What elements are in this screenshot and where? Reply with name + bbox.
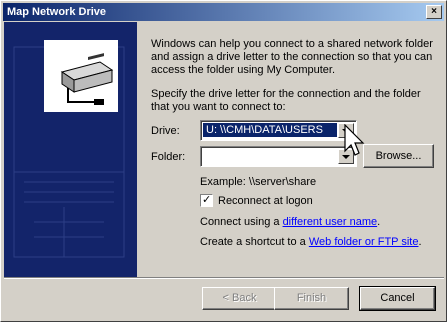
folder-label: Folder: (151, 151, 186, 163)
reconnect-checkbox[interactable]: ✓ (200, 194, 213, 207)
intro-line-1: Windows can help you connect to a shared… (151, 38, 433, 50)
web-folder-link[interactable]: Web folder or FTP site (309, 236, 419, 248)
shortcut-line: Create a shortcut to a Web folder or FTP… (200, 236, 422, 248)
wizard-side-panel (4, 22, 137, 277)
finish-button[interactable]: Finish (274, 287, 349, 310)
intro-line-3: access the folder using My Computer. (151, 64, 336, 76)
network-drive-icon (13, 40, 125, 258)
instruction-line-2: that you want to connect to: (151, 101, 286, 113)
drive-combobox[interactable]: U: \\CMH\DATA\USERS (200, 120, 357, 141)
close-button[interactable]: × (426, 5, 442, 19)
browse-button[interactable]: Browse... (363, 144, 434, 168)
different-user-name-link[interactable]: different user name (283, 216, 378, 228)
window-title: Map Network Drive (7, 6, 107, 18)
drive-label: Drive: (151, 125, 180, 137)
checkmark-icon: ✓ (202, 194, 212, 206)
footer-separator (4, 277, 444, 279)
mouse-pointer-icon (344, 124, 365, 156)
close-icon: × (431, 6, 437, 17)
title-bar[interactable]: Map Network Drive × (3, 3, 444, 21)
drive-selected-value: U: \\CMH\DATA\USERS (203, 123, 337, 137)
connect-using-prefix: Connect using a (200, 216, 283, 228)
intro-line-2: and assign a drive letter to the connect… (151, 51, 433, 63)
back-button[interactable]: < Back (202, 287, 277, 310)
map-network-drive-dialog: Map Network Drive × Windows can help you… (0, 0, 447, 322)
example-text: Example: \\server\share (200, 176, 317, 188)
reconnect-label[interactable]: Reconnect at logon (218, 195, 313, 207)
shortcut-prefix: Create a shortcut to a (200, 236, 309, 248)
cancel-button[interactable]: Cancel (359, 286, 436, 311)
instruction-line-1: Specify the drive letter for the connect… (151, 88, 421, 100)
folder-combobox[interactable] (200, 146, 357, 167)
connect-using-suffix: . (377, 216, 381, 228)
shortcut-suffix: . (418, 236, 422, 248)
connect-using-line: Connect using a different user name. (200, 216, 380, 228)
